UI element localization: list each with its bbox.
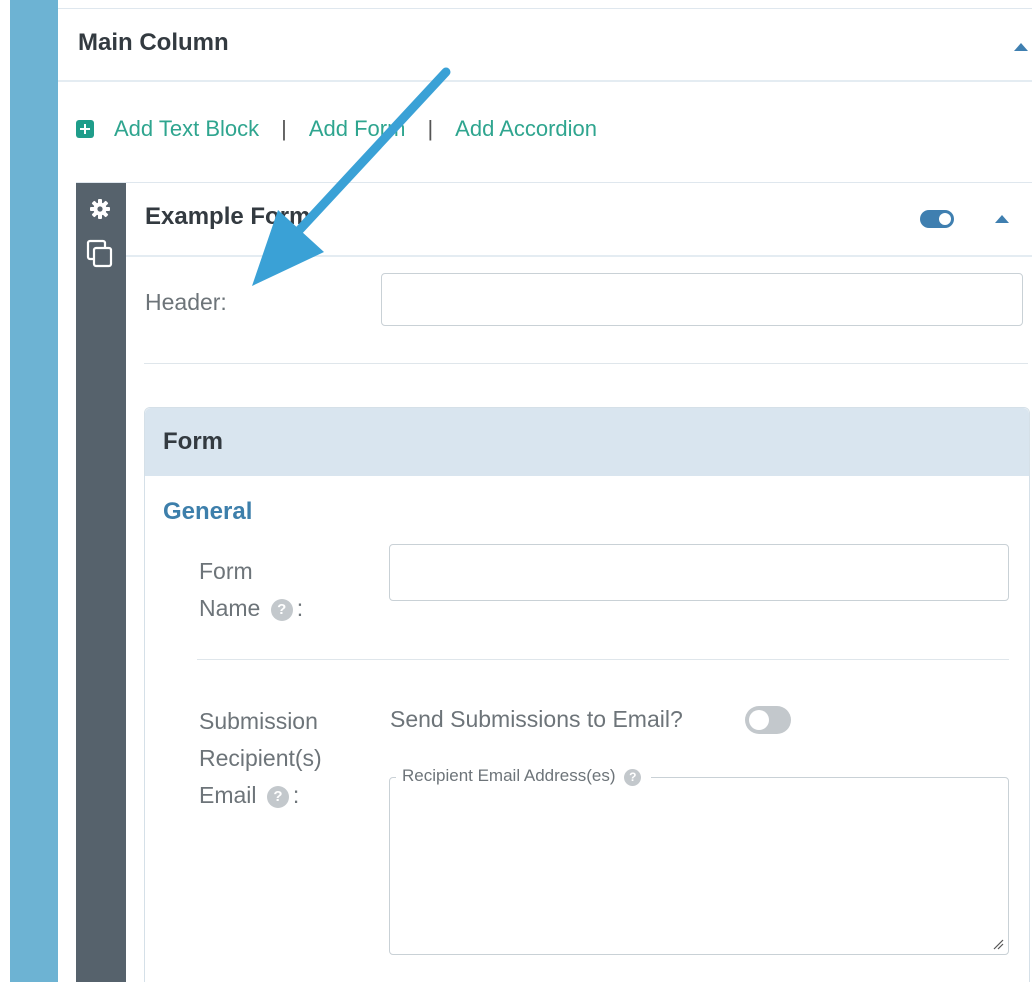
copy-icon[interactable]: [86, 239, 114, 269]
help-icon[interactable]: ?: [624, 769, 642, 786]
main-column-title: Main Column: [78, 29, 229, 56]
recipient-legend-text: Recipient Email Address(es): [402, 766, 616, 785]
toggle-knob: [939, 213, 951, 225]
form-name-input[interactable]: [389, 544, 1009, 601]
main-column-panel: Main Column Add Text Block | Add Form | …: [58, 8, 1032, 982]
add-text-block-link[interactable]: Add Text Block: [114, 116, 259, 142]
page: Main Column Add Text Block | Add Form | …: [0, 0, 1032, 982]
gear-icon[interactable]: [88, 197, 112, 221]
recipient-label-line2: Recipient(s): [199, 745, 322, 771]
block-header[interactable]: Example Form: [126, 183, 1032, 257]
caret-up-icon[interactable]: [995, 215, 1009, 223]
toggle-knob: [749, 710, 769, 730]
recipient-label-text: Email: [199, 782, 257, 808]
recipient-label-line3: Email ?:: [199, 782, 299, 809]
left-rail: [10, 0, 58, 982]
form-name-label-text: Name: [199, 595, 261, 621]
add-accordion-link[interactable]: Add Accordion: [455, 116, 597, 142]
send-to-email-label: Send Submissions to Email?: [390, 706, 683, 732]
colon: :: [292, 782, 300, 808]
plus-square-icon[interactable]: [76, 120, 94, 138]
form-card-title: Form: [163, 428, 223, 455]
recipient-email-legend: Recipient Email Address(es) ?: [396, 766, 652, 786]
recipient-email-fieldset[interactable]: Recipient Email Address(es) ?: [389, 766, 1009, 955]
divider: [144, 363, 1028, 364]
header-input[interactable]: [381, 273, 1023, 326]
add-actions-row: Add Text Block | Add Form | Add Accordio…: [76, 113, 597, 145]
help-icon[interactable]: ?: [270, 599, 293, 621]
main-column-header[interactable]: Main Column: [58, 9, 1032, 82]
separator: |: [427, 116, 434, 141]
section-title-general: General: [163, 498, 253, 525]
form-name-label-line2: Name ?:: [199, 595, 303, 622]
recipient-label-line1: Submission: [199, 708, 318, 734]
example-form-block: Example Form Header: Form General Form N…: [76, 182, 1032, 982]
form-card-header: Form: [145, 408, 1029, 476]
colon: :: [296, 595, 304, 621]
separator: |: [281, 116, 287, 141]
block-enabled-toggle[interactable]: [920, 210, 954, 228]
header-label: Header:: [145, 289, 227, 315]
divider: [197, 659, 1009, 660]
help-icon[interactable]: ?: [266, 786, 289, 808]
block-title: Example Form: [145, 203, 311, 230]
form-name-label-line1: Form: [199, 558, 253, 584]
resize-grip-icon[interactable]: [992, 938, 1004, 950]
add-form-link[interactable]: Add Form: [309, 116, 406, 142]
send-to-email-toggle[interactable]: [745, 706, 791, 734]
form-card: Form General Form Name ?: Submission Rec…: [144, 407, 1030, 982]
block-tool-rail: [76, 183, 126, 982]
caret-up-icon[interactable]: [1014, 43, 1028, 51]
